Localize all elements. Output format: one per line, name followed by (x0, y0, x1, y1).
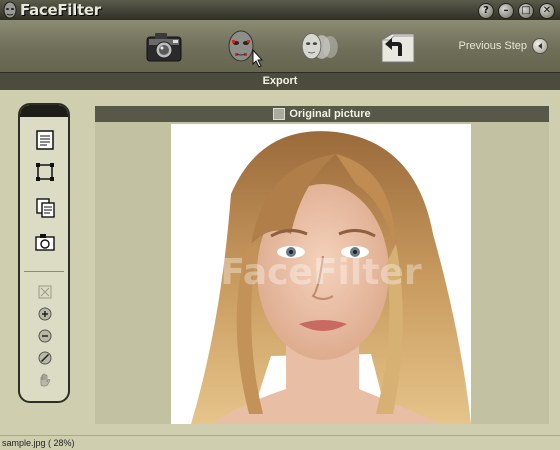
help-button[interactable]: ? (478, 3, 494, 19)
picture-header: Original picture (95, 106, 549, 122)
app-logo-icon (3, 1, 17, 19)
document-icon[interactable] (34, 129, 56, 151)
export-folder-icon[interactable] (376, 26, 420, 68)
maximize-button[interactable]: □ (518, 3, 534, 19)
step-toolbar: Previous Step (0, 20, 560, 72)
snapshot-icon[interactable] (34, 231, 56, 253)
minimize-button[interactable]: – (498, 3, 514, 19)
close-button[interactable]: ✕ (539, 3, 555, 19)
zoom-out-icon[interactable] (38, 329, 52, 343)
face-mask-pointer-icon[interactable] (222, 26, 266, 68)
left-tool-panel (18, 103, 70, 403)
zoom-in-icon[interactable] (38, 307, 52, 321)
picture-panel: Original picture FaceFilter (95, 106, 549, 424)
panel-divider (24, 271, 64, 272)
original-picture-label: Original picture (289, 108, 371, 120)
fit-window-icon[interactable] (38, 285, 52, 299)
previous-step-label: Previous Step (458, 40, 527, 52)
original-picture-checkbox[interactable] (273, 108, 286, 120)
app-title: FaceFilter (20, 1, 101, 19)
portrait-photo[interactable]: FaceFilter (171, 124, 471, 424)
portrait-image: FaceFilter (191, 131, 471, 424)
panel-cap (20, 105, 68, 117)
title-bar: FaceFilter ? – □ ✕ (0, 0, 560, 20)
selection-frame-icon[interactable] (34, 161, 56, 183)
previous-step-button[interactable]: Previous Step (459, 38, 548, 54)
camera-icon[interactable] (143, 26, 187, 68)
watermark-text: FaceFilter (220, 252, 421, 293)
copy-icon[interactable] (34, 197, 56, 219)
step-title: Export (0, 72, 560, 90)
hand-pan-icon[interactable] (38, 373, 52, 387)
faces-morph-icon[interactable] (298, 26, 342, 68)
no-zoom-icon[interactable] (38, 351, 52, 365)
back-arrow-icon (532, 38, 548, 54)
status-bar: sample.jpg ( 28%) (0, 435, 560, 450)
